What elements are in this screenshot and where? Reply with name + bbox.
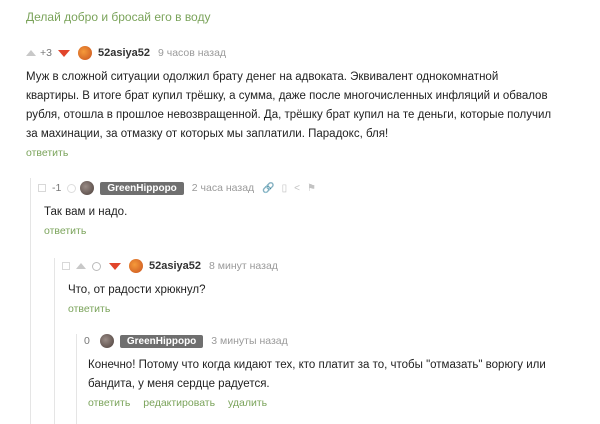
username[interactable]: GreenHippopo <box>119 334 204 348</box>
clock-icon <box>92 261 101 271</box>
avatar[interactable] <box>77 46 92 60</box>
avatar[interactable] <box>99 334 114 348</box>
username[interactable]: 52asiya52 <box>149 260 201 272</box>
comment: 0 GreenHippopo 3 минуты назад Конечно! П… <box>84 332 584 409</box>
collapse-checkbox[interactable] <box>62 262 70 270</box>
reply-link[interactable]: ответить <box>88 397 130 409</box>
avatar[interactable] <box>80 181 95 195</box>
comment-time: 3 минуты назад <box>211 335 288 347</box>
flag-icon[interactable]: ⚑ <box>307 183 316 194</box>
comment-line: Что, от радости хрюкнул? <box>68 284 206 296</box>
post-title-link[interactable]: Делай добро и бросай его в воду <box>26 10 210 24</box>
comment-actions: ответить <box>44 225 578 237</box>
arrow-down-icon[interactable] <box>109 262 121 270</box>
comment-line: рубля, отошла в прошлое невозвращенной. … <box>26 109 552 121</box>
comment-rating: +3 <box>40 47 52 59</box>
comment-body: Что, от радости хрюкнул? <box>68 281 582 300</box>
comment-line: квартиры. В итоге брат купил трёшку, а с… <box>26 90 548 102</box>
share-icon[interactable]: < <box>294 183 300 194</box>
comment-line: Так вам и надо. <box>44 206 128 218</box>
bookmark-icon[interactable]: ▯ <box>282 183 288 194</box>
comment-rating: -1 <box>52 182 62 194</box>
comment-line: Муж в сложной ситуации одолжил брату ден… <box>26 71 499 83</box>
comment-actions: ответить <box>68 303 582 315</box>
comment-time: 9 часов назад <box>157 47 227 59</box>
username[interactable]: GreenHippopo <box>100 181 184 195</box>
comment: +3 52asiya52 9 часов назад Муж в сложной… <box>26 44 586 159</box>
comment: 52asiya52 8 минут назад Что, от радости … <box>62 257 582 315</box>
comment-line: бандита, у меня сердце радуется. <box>88 378 270 390</box>
comment-meta: -1 GreenHippopo 2 часа назад 🔗 ▯ < ⚑ <box>38 179 578 197</box>
thread-line <box>76 334 77 424</box>
arrow-up-icon[interactable] <box>26 50 36 56</box>
reply-link[interactable]: ответить <box>26 147 68 159</box>
circle-icon <box>67 183 77 193</box>
avatar[interactable] <box>129 259 143 273</box>
thread-line <box>30 178 31 424</box>
comment-actions: ответить редактировать удалить <box>88 397 584 409</box>
edit-link[interactable]: редактировать <box>143 397 215 409</box>
comment-body: Так вам и надо. <box>44 203 578 222</box>
comment-time: 8 минут назад <box>209 260 278 272</box>
arrow-up-icon[interactable] <box>76 263 86 269</box>
comment: -1 GreenHippopo 2 часа назад 🔗 ▯ < ⚑ Так… <box>38 179 578 237</box>
username[interactable]: 52asiya52 <box>98 47 150 59</box>
comment-line: за махинации, за отмазку от которых мы з… <box>26 128 389 140</box>
comment-line: Конечно! Потому что когда кидают тех, кт… <box>88 359 546 371</box>
delete-link[interactable]: удалить <box>228 397 267 409</box>
comment-body: Конечно! Потому что когда кидают тех, кт… <box>88 356 584 394</box>
comment-meta: 0 GreenHippopo 3 минуты назад <box>84 332 584 350</box>
thread-line <box>54 258 55 424</box>
link-icon[interactable]: 🔗 <box>262 183 274 194</box>
comment-rating: 0 <box>84 335 90 347</box>
reply-link[interactable]: ответить <box>68 303 110 315</box>
comment-meta: 52asiya52 8 минут назад <box>62 257 582 275</box>
reply-link[interactable]: ответить <box>44 225 86 237</box>
collapse-checkbox[interactable] <box>38 184 46 192</box>
comment-actions: ответить <box>26 147 586 159</box>
comment-body: Муж в сложной ситуации одолжил брату ден… <box>26 68 586 144</box>
arrow-down-icon[interactable] <box>57 49 70 57</box>
comment-meta: +3 52asiya52 9 часов назад <box>26 44 586 62</box>
comment-time: 2 часа назад <box>191 182 255 194</box>
